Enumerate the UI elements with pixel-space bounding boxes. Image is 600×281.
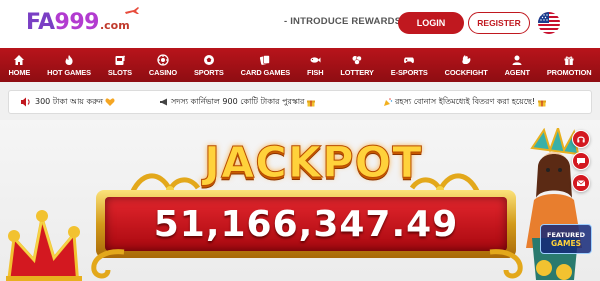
rooster-icon xyxy=(462,55,471,64)
announcement-text: সদস্য কার্নিভাল 900 কোটি টাকার পুরস্কার xyxy=(171,96,305,106)
login-button[interactable]: LOGIN xyxy=(398,12,464,34)
announcement-text: রহস্য বোনাস ইতিমধ্যেই বিতরণ করা হয়েছে! xyxy=(395,96,536,106)
site-logo[interactable]: FA 999 .com xyxy=(26,7,139,40)
logo-number: 999 xyxy=(54,10,100,35)
announcement-item: সদস্য কার্নিভাল 900 কোটি টাকার পুরস্কার xyxy=(157,96,318,109)
featured-games-character[interactable] xyxy=(512,128,600,281)
gift-icon xyxy=(538,100,547,107)
nav-label: COCKFIGHT xyxy=(444,68,488,77)
nav-item-cockfight[interactable]: COCKFIGHT xyxy=(436,48,496,82)
slots-icon xyxy=(115,55,125,65)
nav-label: E-SPORTS xyxy=(390,68,428,77)
fish-icon xyxy=(310,57,321,63)
logo-domain: .com xyxy=(99,19,130,32)
party-popper-icon xyxy=(384,98,393,106)
nav-item-home[interactable]: HOME xyxy=(0,48,39,82)
main-nav: HOME HOT GAMES SLOTS CASINO SPORTS CARD … xyxy=(0,48,600,82)
nav-item-slots[interactable]: SLOTS xyxy=(99,48,140,82)
nav-item-casino[interactable]: CASINO xyxy=(140,48,185,82)
register-button[interactable]: REGISTER xyxy=(468,12,530,34)
header: FA 999 .com - INTRODUCE REWARDS LOGIN RE… xyxy=(0,0,600,48)
jester-hat-decoration xyxy=(6,210,82,281)
sports-icon xyxy=(203,55,214,65)
us-flag-icon[interactable] xyxy=(538,12,560,34)
featured-label: FEATURED xyxy=(547,230,585,239)
announcement-item: 300 টাকা আয় করুন xyxy=(35,96,117,109)
casino-icon xyxy=(157,54,169,66)
jackpot-amount-panel: 51,166,347.49 xyxy=(105,197,507,251)
nav-item-card-games[interactable]: CARD GAMES xyxy=(232,48,298,82)
nav-item-hot-games[interactable]: HOT GAMES xyxy=(39,48,100,82)
featured-games-badge[interactable]: FEATURED GAMES xyxy=(540,224,592,254)
jackpot-title: JACKPOT xyxy=(204,138,423,189)
games-label: GAMES xyxy=(551,238,581,248)
nav-label: PROMOTION xyxy=(546,68,592,77)
nav-item-sports[interactable]: SPORTS xyxy=(186,48,233,82)
mail-float-button[interactable] xyxy=(572,174,590,192)
gift-icon xyxy=(564,56,574,65)
speaker-icon xyxy=(21,97,30,107)
chat-icon xyxy=(577,158,585,165)
jackpot-amount: 51,166,347.49 xyxy=(153,203,459,245)
nav-label: HOT GAMES xyxy=(47,68,91,77)
agent-icon xyxy=(512,55,522,65)
introduce-rewards-link[interactable]: - INTRODUCE REWARDS xyxy=(284,16,401,27)
gamepad-icon xyxy=(404,57,415,64)
logo-fa: FA xyxy=(26,10,55,35)
nav-label: FISH xyxy=(307,68,324,77)
headset-icon xyxy=(577,136,585,143)
nav-label: LOTTERY xyxy=(340,68,374,77)
announcement-marquee[interactable]: 300 টাকা আয় করুন সদস্য কার্নিভাল 900 কো… xyxy=(8,90,592,114)
nav-item-lottery[interactable]: LOTTERY xyxy=(332,48,382,82)
chat-float-button[interactable] xyxy=(572,152,590,170)
nav-label: SPORTS xyxy=(193,68,224,77)
nav-item-fish[interactable]: FISH xyxy=(299,48,332,82)
support-float-button[interactable] xyxy=(572,130,590,148)
heart-icon xyxy=(105,98,115,106)
mail-icon xyxy=(576,180,586,186)
home-icon xyxy=(14,55,25,65)
nav-label: AGENT xyxy=(504,68,530,77)
jackpot-banner[interactable]: JACKPOT 51,166,347.49 FEATURED GAMES xyxy=(0,120,600,281)
gold-curl-left xyxy=(91,249,125,279)
nav-label: SLOTS xyxy=(107,68,132,77)
plane-icon xyxy=(125,7,139,14)
announcement-text: 300 টাকা আয় করুন xyxy=(35,96,104,106)
nav-label: CARD GAMES xyxy=(240,68,291,77)
nav-label: CASINO xyxy=(148,68,178,77)
nav-label: HOME xyxy=(8,68,31,77)
lottery-icon xyxy=(352,55,362,65)
nav-item-agent[interactable]: AGENT xyxy=(496,48,538,82)
megaphone-icon xyxy=(160,98,167,106)
gift-icon xyxy=(307,100,316,107)
fire-icon xyxy=(65,55,73,65)
cards-icon xyxy=(260,55,271,65)
nav-item-promotion[interactable]: PROMOTION xyxy=(538,48,600,82)
jackpot-frame: 51,166,347.49 xyxy=(96,190,516,258)
nav-item-e-sports[interactable]: E-SPORTS xyxy=(382,48,436,82)
announcement-item: রহস্য বোনাস ইতিমধ্যেই বিতরণ করা হয়েছে! xyxy=(381,96,549,109)
